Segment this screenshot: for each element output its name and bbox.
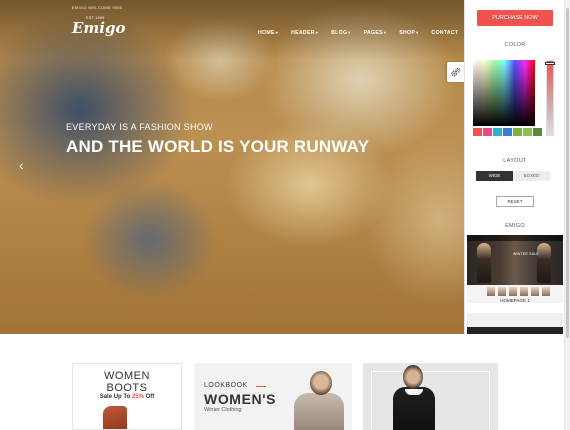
demo-thumbnail-homepage-1[interactable]: WINTER SALE [467, 235, 563, 303]
hero-title: AND THE WORLD IS YOUR RUNWAY [66, 137, 370, 156]
sale-percent: 25% [131, 394, 144, 400]
main-nav: HOME▾ HEADER▾ BLOG▾ PAGES▾ SHOP▾ CONTACT [258, 30, 464, 36]
demo-product-thumb [487, 287, 495, 296]
banner-title-line1: WOMEN [104, 370, 150, 382]
color-swatch[interactable] [523, 128, 532, 136]
lookbook-label: LOOKBOOK [204, 382, 248, 389]
women-boots-banner[interactable]: WOMEN BOOTS Sale Up To 25% Off [72, 363, 182, 430]
site-logo[interactable]: Emigo [72, 19, 126, 37]
nav-header-label: HEADER [291, 30, 315, 36]
model-image [294, 393, 344, 430]
layout-boxed-button[interactable]: BOXED [513, 171, 550, 181]
color-picker-area[interactable] [471, 58, 535, 126]
chevron-down-icon: ▾ [383, 30, 387, 35]
sale-suffix: Off [143, 394, 155, 400]
banner-sale-text: Sale Up To 25% Off [73, 394, 181, 400]
hue-slider[interactable] [545, 60, 555, 136]
winter-clothing-subtitle: Winter Clothing [204, 407, 242, 413]
demo-thumbnail-products [487, 287, 550, 296]
demo-product-thumb [520, 287, 528, 296]
page-scrollbar[interactable] [564, 0, 570, 430]
gear-icon [451, 67, 461, 76]
womens-lookbook-banner[interactable]: LOOKBOOK WOMEN'S Winter Clothing [194, 363, 352, 430]
hue-slider-knob[interactable] [545, 62, 555, 65]
customizer-toggle-button[interactable] [447, 62, 464, 82]
sale-prefix: Sale Up To [99, 394, 132, 400]
nav-contact-label: CONTACT [431, 30, 459, 36]
boot-image [103, 406, 127, 429]
demo-heading: EMIGO [505, 223, 525, 229]
demo-thumbnail-model [477, 243, 491, 283]
nav-home-label: HOME [258, 30, 275, 36]
slider-prev-arrow-icon[interactable]: ‹ [19, 158, 24, 172]
nav-shop-label: SHOP [399, 30, 416, 36]
color-swatch[interactable] [483, 128, 492, 136]
color-swatch[interactable] [473, 128, 482, 136]
model-banner[interactable] [363, 363, 498, 430]
hero-overlay [0, 0, 464, 334]
chevron-down-icon: ▾ [416, 30, 419, 35]
color-swatch[interactable] [533, 128, 542, 136]
banner-title-line2: BOOTS [106, 382, 148, 394]
womens-title: WOMEN'S [204, 391, 277, 407]
demo-thumbnail-model [537, 243, 551, 283]
layout-heading: LAYOUT [503, 158, 527, 164]
color-swatches [473, 128, 542, 136]
nav-header[interactable]: HEADER▾ [291, 30, 318, 36]
purchase-now-button[interactable]: PURCHASE NOW [477, 10, 553, 26]
demo-product-thumb [509, 287, 517, 296]
demo-thumbnail-navbar [467, 327, 563, 334]
hero-slider: EMIGO WELCOME 9000 EST 1969 Emigo HOME▾ … [0, 0, 464, 334]
scrollbar-thumb[interactable] [566, 8, 569, 338]
chevron-down-icon: ▾ [348, 30, 351, 35]
nav-pages[interactable]: PAGES▾ [364, 30, 387, 36]
hero-subtitle: EVERYDAY IS A FASHION SHOW [66, 122, 213, 132]
demo-thumbnail-navbar [467, 235, 563, 241]
demo-thumbnail-homepage-2[interactable] [467, 313, 563, 334]
nav-home[interactable]: HOME▾ [258, 30, 278, 36]
style-customizer-panel: PURCHASE NOW COLOR LAYOUT WIDE BOXED RES… [464, 0, 564, 334]
demo-product-thumb [531, 287, 539, 296]
nav-shop[interactable]: SHOP▾ [399, 30, 418, 36]
color-swatch[interactable] [503, 128, 512, 136]
layout-wide-button[interactable]: WIDE [476, 171, 513, 181]
reset-button[interactable]: RESET [496, 196, 534, 207]
color-heading: COLOR [504, 42, 526, 48]
accent-divider [256, 386, 266, 387]
nav-contact[interactable]: CONTACT [431, 30, 458, 36]
nav-blog[interactable]: BLOG▾ [331, 30, 351, 36]
color-swatch[interactable] [493, 128, 502, 136]
color-picker-handle[interactable] [471, 58, 476, 63]
color-swatch[interactable] [513, 128, 522, 136]
demo-caption[interactable]: HOMEPAGE 1 [465, 298, 565, 303]
demo-product-thumb [498, 287, 506, 296]
model-head [403, 365, 423, 389]
demo-product-thumb [542, 287, 550, 296]
demo-thumbnail-text: WINTER SALE [513, 252, 539, 256]
welcome-text: EMIGO WELCOME 9000 [72, 5, 123, 10]
chevron-down-icon: ▾ [315, 30, 319, 35]
nav-blog-label: BLOG [331, 30, 348, 36]
model-head [310, 371, 332, 395]
nav-pages-label: PAGES [363, 30, 383, 36]
chevron-down-icon: ▾ [275, 30, 279, 35]
